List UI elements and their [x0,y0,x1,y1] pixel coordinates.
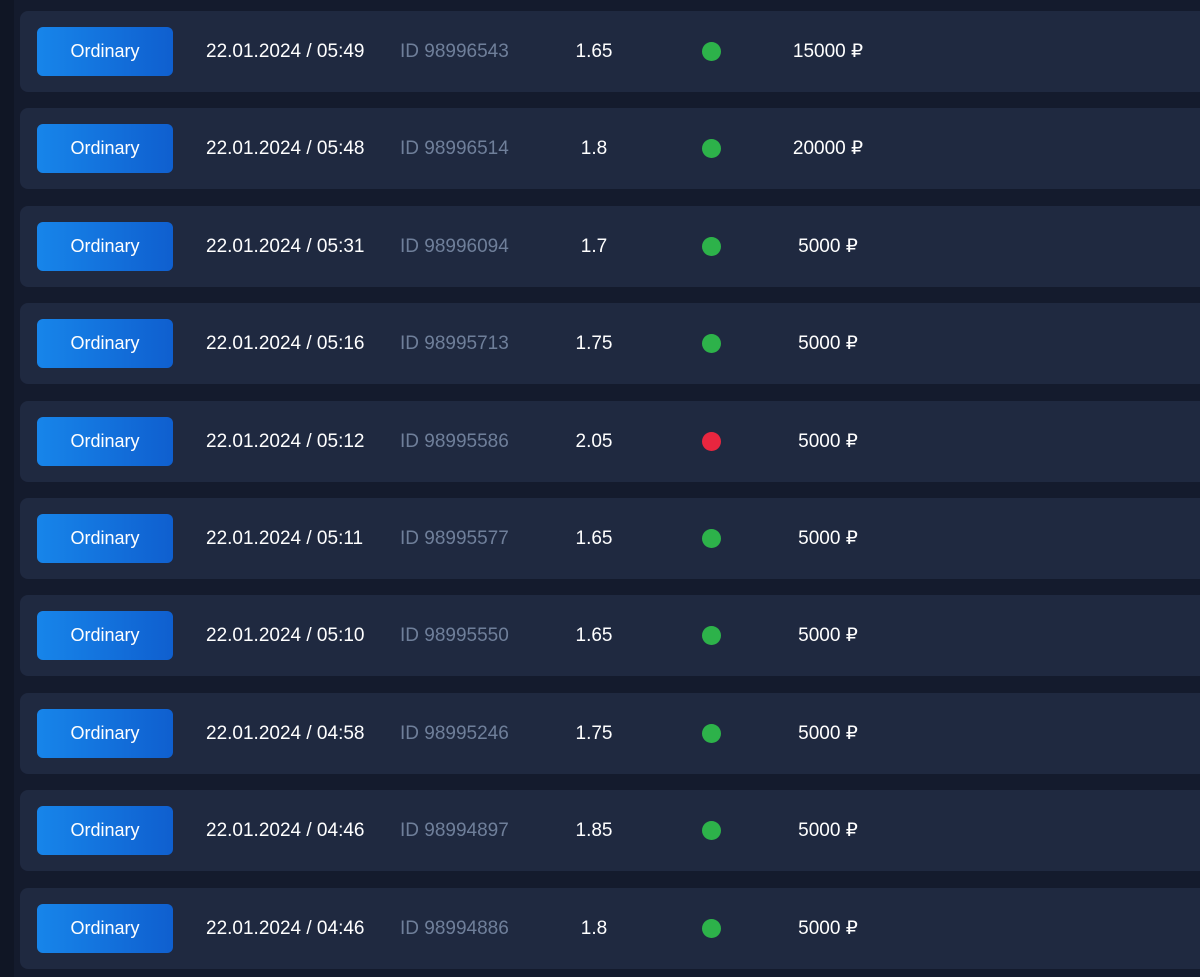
bet-id: ID 98996543 [400,41,509,62]
bet-coefficient: 1.85 [575,820,613,842]
bet-datetime: 22.01.2024 / 05:16 [206,333,365,355]
bet-id: ID 98996094 [400,235,509,257]
bet-id: ID 98996514 [400,138,509,160]
bet-row[interactable]: Ordinary 22.01.2024 / 05:16 ID 98995713 … [20,303,1200,385]
bet-datetime: 22.01.2024 / 05:48 [206,138,365,160]
bet-type-button[interactable]: Ordinary [37,806,173,856]
bet-status-dot [702,626,721,646]
bet-coefficient: 1.65 [575,527,613,549]
bet-row[interactable]: Ordinary 22.01.2024 / 04:46 ID 98994886 … [20,887,1200,969]
bet-type-button[interactable]: Ordinary [37,708,173,758]
bet-amount: 5000 ₽ [798,820,858,842]
bet-datetime: 22.01.2024 / 05:31 [206,235,365,257]
bet-id: ID 98995246 [400,722,509,744]
bet-amount: 5000 ₽ [798,430,858,452]
bet-row[interactable]: Ordinary 22.01.2024 / 05:11 ID 98995577 … [20,497,1200,579]
bet-coefficient: 1.75 [575,722,613,744]
bet-id: ID 98995713 [400,333,509,355]
bet-amount: 5000 ₽ [798,527,858,549]
bet-datetime: 22.01.2024 / 04:46 [206,917,365,939]
bet-amount: 20000 ₽ [792,138,864,160]
bet-coefficient: 2.05 [575,430,613,452]
bet-id: ID 98994886 [400,917,509,939]
bet-row[interactable]: Ordinary 22.01.2024 / 05:31 ID 98996094 … [20,205,1200,287]
bet-coefficient: 1.7 [580,235,608,257]
bet-type-button[interactable]: Ordinary [37,513,173,563]
bet-type-button[interactable]: Ordinary [37,903,173,953]
bet-status-dot [702,236,721,256]
bet-type-button[interactable]: Ordinary [37,124,173,174]
bet-type-button[interactable]: Ordinary [37,416,173,466]
bet-datetime: 22.01.2024 / 04:58 [206,722,365,744]
bet-amount: 5000 ₽ [798,917,858,939]
bet-id: ID 98995577 [400,527,509,549]
bet-amount: 5000 ₽ [798,722,858,744]
bet-coefficient: 1.65 [575,625,613,647]
bet-datetime: 22.01.2024 / 05:10 [206,625,365,647]
bet-coefficient: 1.65 [575,41,613,62]
bet-status-dot [702,334,721,354]
bet-status-dot [702,42,721,61]
bet-type-button[interactable]: Ordinary [37,221,173,271]
bet-datetime: 22.01.2024 / 05:11 [206,527,364,549]
bet-status-dot [702,918,721,938]
bet-amount: 5000 ₽ [798,333,858,355]
bet-datetime: 22.01.2024 / 04:46 [206,820,365,842]
bet-row[interactable]: Ordinary 22.01.2024 / 04:58 ID 98995246 … [20,692,1200,774]
bet-status-dot [702,528,721,548]
bet-amount: 5000 ₽ [798,235,858,257]
bet-status-dot [702,431,721,451]
bet-datetime: 22.01.2024 / 05:12 [206,430,365,452]
bet-row[interactable]: Ordinary 22.01.2024 / 05:48 ID 98996514 … [20,108,1200,190]
bet-type-button[interactable]: Ordinary [37,319,173,369]
bet-status-dot [702,723,721,743]
bet-row[interactable]: Ordinary 22.01.2024 / 05:10 ID 98995550 … [20,595,1200,677]
bet-status-dot [702,821,721,841]
bet-row[interactable]: Ordinary 22.01.2024 / 05:49 ID 98996543 … [20,11,1200,92]
bet-id: ID 98995550 [400,625,509,647]
bet-type-button[interactable]: Ordinary [37,611,173,661]
bet-amount: 5000 ₽ [798,625,858,647]
bet-coefficient: 1.75 [575,333,613,355]
bet-coefficient: 1.8 [580,138,608,160]
bet-id: ID 98995586 [400,430,509,452]
left-panel-edge [0,0,14,977]
bet-row[interactable]: Ordinary 22.01.2024 / 05:12 ID 98995586 … [20,400,1200,482]
bet-row[interactable]: Ordinary 22.01.2024 / 04:46 ID 98994897 … [20,790,1200,872]
bet-coefficient: 1.8 [580,917,608,939]
bet-status-dot [702,139,721,159]
bet-datetime: 22.01.2024 / 05:49 [206,41,365,62]
bet-id: ID 98994897 [400,820,509,842]
bet-type-button[interactable]: Ordinary [37,27,173,76]
bet-history-list: Ordinary 22.01.2024 / 05:49 ID 98996543 … [20,11,1200,977]
bet-amount: 15000 ₽ [792,41,864,62]
